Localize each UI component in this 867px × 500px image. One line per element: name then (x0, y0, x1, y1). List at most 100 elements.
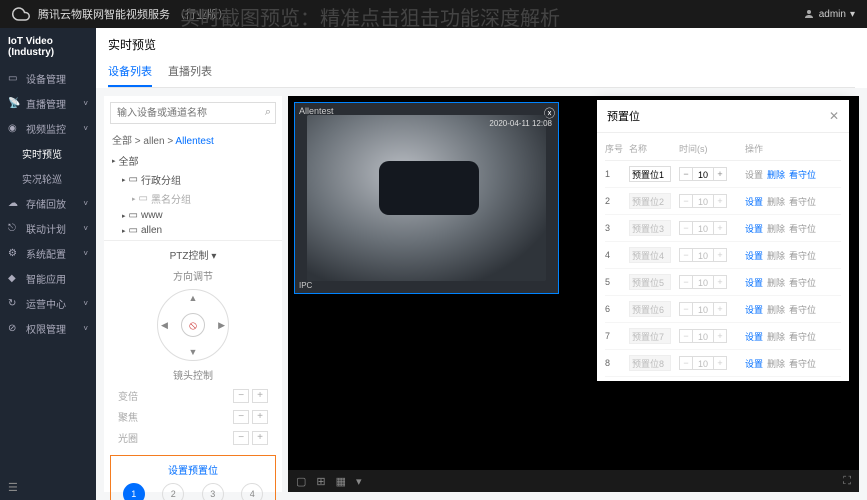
tree-node[interactable]: ▸▭www (112, 208, 274, 223)
ptz-right-button[interactable]: ▶ (218, 320, 225, 331)
preset-row: 7 − 10 + 设置 删除 看守位 (605, 323, 841, 350)
folder-icon: ▭ (129, 210, 138, 221)
zoom-plus-button[interactable]: + (252, 389, 268, 403)
chevron-icon: ˅ (83, 124, 88, 133)
breadcrumb-root[interactable]: 全部 (112, 136, 132, 147)
tree-node[interactable]: ▸▭allen (112, 223, 274, 238)
video-toolbar: ▢ ⊞ ▦ ▾ ⛶ (288, 470, 859, 492)
preset-set-link[interactable]: 设置 (745, 222, 763, 235)
sidebar-item[interactable]: ⚙系统配置˅ (0, 241, 96, 266)
sidebar-item[interactable]: ↻运营中心˅ (0, 291, 96, 316)
tab[interactable]: 直播列表 (168, 59, 212, 87)
preset-set-link[interactable]: 设置 (745, 249, 763, 262)
preset-set-link[interactable]: 设置 (745, 276, 763, 289)
video-tile[interactable]: Allentest ⓧ 2020-04-11 12:08 IPC (294, 102, 559, 294)
preset-time-value: 10 (693, 167, 713, 181)
sidebar-item[interactable]: ☁存储回放˅ (0, 191, 96, 216)
preset-set-link[interactable]: 设置 (745, 303, 763, 316)
breadcrumb-current: Allentest (175, 136, 213, 147)
preset-delete-link[interactable]: 删除 (767, 168, 785, 181)
search-icon[interactable]: ⌕ (265, 106, 271, 119)
ptz-stop-button[interactable]: ⦸ (181, 313, 205, 337)
folder-icon: ▭ (129, 174, 138, 185)
preset-index: 4 (605, 250, 627, 260)
preset-setup-title: 设置预置位 (117, 462, 269, 477)
sidebar-item[interactable]: ◉视频监控˅ (0, 116, 96, 141)
tree-node[interactable]: ▸▭行政分组 (112, 170, 274, 189)
preset-name-input (629, 301, 671, 317)
preset-delete-link: 删除 (767, 195, 785, 208)
breadcrumb-mid[interactable]: allen (143, 136, 164, 147)
focus-minus-button[interactable]: − (233, 410, 249, 424)
video-feed (307, 115, 546, 281)
layout-9-icon[interactable]: ▦ (336, 475, 346, 488)
ptz-left-button[interactable]: ◀ (161, 320, 168, 331)
tree-node[interactable]: ▸全部 (112, 151, 274, 170)
device-search-input[interactable] (110, 102, 276, 124)
user-dropdown[interactable]: admin ▾ (803, 8, 855, 20)
ptz-direction-label: 方向调节 (173, 268, 213, 283)
sidebar-item[interactable]: 实况轮巡 (0, 166, 96, 191)
chevron-icon: ˅ (83, 199, 88, 208)
tree-node[interactable]: ▸▭黑名分组 (112, 189, 274, 208)
preset-set-link[interactable]: 设置 (745, 195, 763, 208)
time-minus-button: − (679, 356, 693, 370)
sidebar: IoT Video (Industry) ▭设备管理📡直播管理˅◉视频监控˅实时… (0, 28, 96, 500)
layout-1-icon[interactable]: ▢ (296, 475, 306, 488)
preset-time-value: 10 (693, 275, 713, 289)
iris-plus-button[interactable]: + (252, 431, 268, 445)
sidebar-item[interactable]: ▭设备管理 (0, 66, 96, 91)
tree-toggle-icon[interactable]: ▸ (132, 195, 136, 203)
ai-icon: ◆ (8, 273, 20, 285)
preset-index: 8 (605, 358, 627, 368)
sidebar-collapse-button[interactable]: ☰ (8, 481, 18, 494)
layout-more-icon[interactable]: ▾ (356, 475, 362, 488)
time-minus-button[interactable]: − (679, 167, 693, 181)
time-plus-button: + (713, 221, 727, 235)
ptz-up-button[interactable]: ▲ (189, 293, 198, 303)
preset-row: 5 − 10 + 设置 删除 看守位 (605, 269, 841, 296)
sidebar-item[interactable]: ⊘权限管理˅ (0, 316, 96, 341)
sidebar-item[interactable]: 实时预览 (0, 141, 96, 166)
tab[interactable]: 设备列表 (108, 59, 152, 87)
ops-icon: ↻ (8, 298, 20, 310)
preset-slot[interactable]: 1 (123, 483, 145, 500)
tree-toggle-icon[interactable]: ▸ (122, 176, 126, 184)
fullscreen-icon[interactable]: ⛶ (843, 475, 851, 488)
preset-slot[interactable]: 2 (162, 483, 184, 500)
sidebar-item[interactable]: ⎋联动计划˅ (0, 216, 96, 241)
preset-watch-link: 看守位 (789, 249, 816, 262)
user-name: admin (819, 9, 846, 20)
tree-toggle-icon[interactable]: ▸ (112, 157, 116, 165)
preset-name-input[interactable] (629, 166, 671, 182)
preset-index: 7 (605, 331, 627, 341)
preset-set-link[interactable]: 设置 (745, 357, 763, 370)
time-plus-button[interactable]: + (713, 167, 727, 181)
chevron-icon: ˅ (83, 299, 88, 308)
tree-toggle-icon[interactable]: ▸ (122, 227, 126, 235)
preset-row: 8 − 10 + 设置 删除 看守位 (605, 350, 841, 377)
iris-minus-button[interactable]: − (233, 431, 249, 445)
layout-4-icon[interactable]: ⊞ (316, 475, 325, 488)
preset-set-link[interactable]: 设置 (745, 330, 763, 343)
ptz-down-button[interactable]: ▼ (189, 347, 198, 357)
preset-watch-link[interactable]: 看守位 (789, 168, 816, 181)
preset-slot[interactable]: 4 (241, 483, 263, 500)
sidebar-item[interactable]: ◆智能应用 (0, 266, 96, 291)
cloud-logo-icon (12, 5, 30, 23)
preset-panel-close-icon[interactable]: ✕ (829, 109, 839, 123)
sidebar-item-label: 权限管理 (26, 321, 66, 336)
preset-watch-link: 看守位 (789, 303, 816, 316)
focus-plus-button[interactable]: + (252, 410, 268, 424)
preset-row: 1 − 10 + 设置 删除 看守位 (605, 161, 841, 188)
time-plus-button: + (713, 194, 727, 208)
preset-time-value: 10 (693, 248, 713, 262)
time-plus-button: + (713, 275, 727, 289)
preset-setup-box: 设置预置位 12345678 (110, 455, 276, 500)
chevron-down-icon[interactable]: ▾ (211, 251, 216, 262)
ptz-lens-label: 镜头控制 (173, 367, 213, 382)
preset-slot[interactable]: 3 (202, 483, 224, 500)
tree-toggle-icon[interactable]: ▸ (122, 212, 126, 220)
sidebar-item[interactable]: 📡直播管理˅ (0, 91, 96, 116)
zoom-minus-button[interactable]: − (233, 389, 249, 403)
